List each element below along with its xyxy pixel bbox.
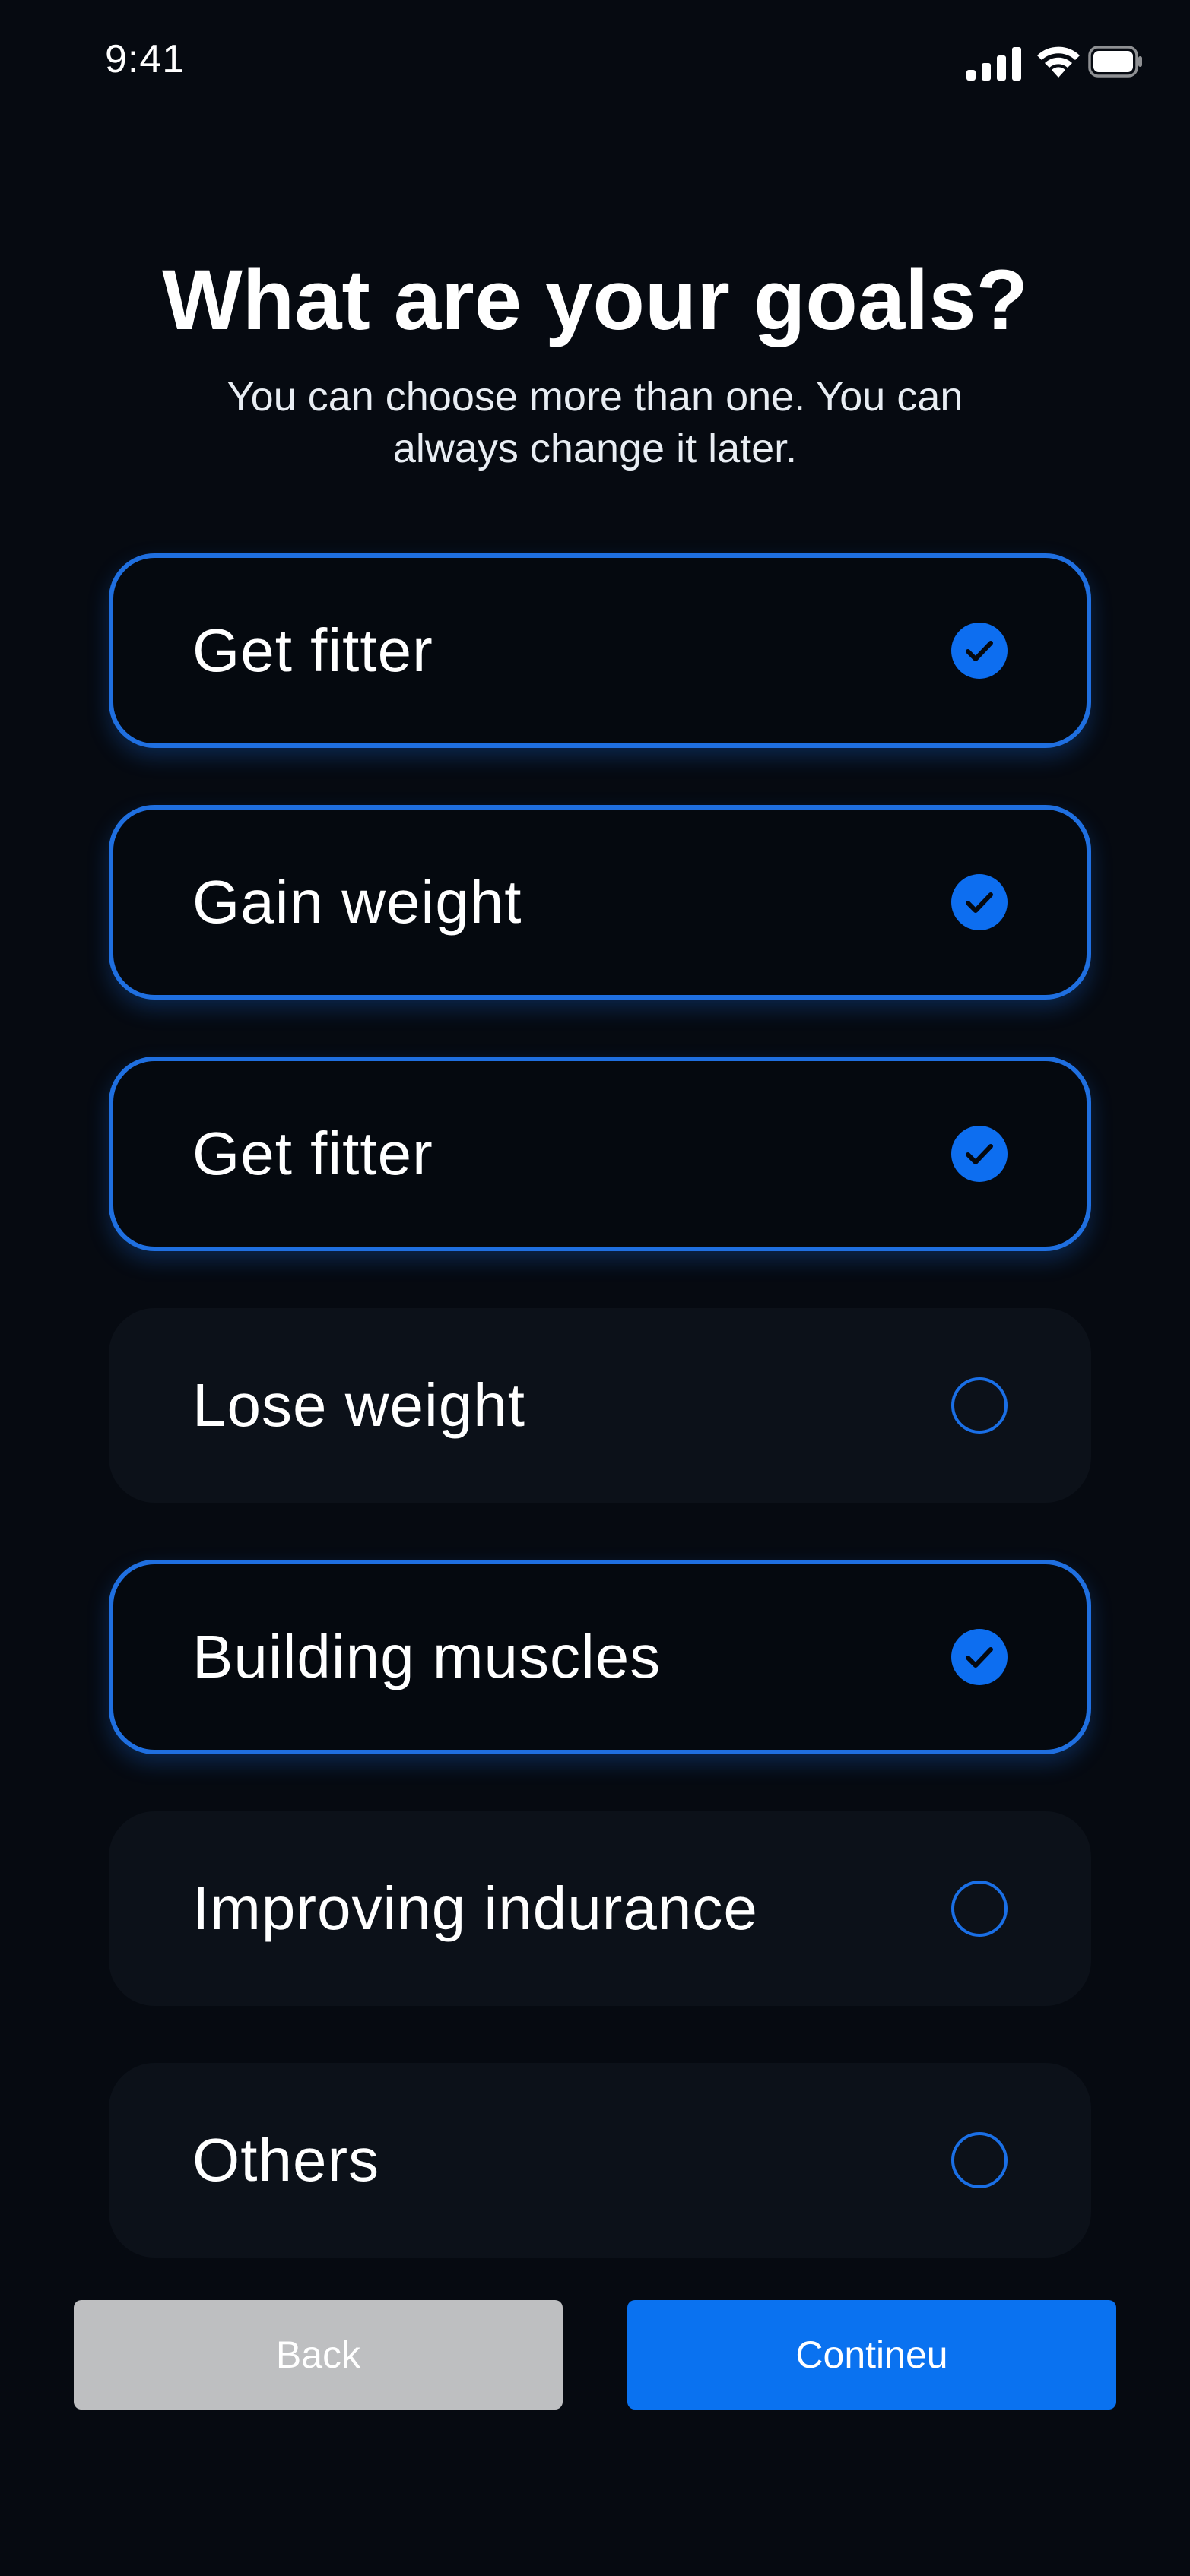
goal-option-get-fitter-2[interactable]: Get fitter (109, 1057, 1091, 1251)
goal-option-lose-weight[interactable]: Lose weight (109, 1308, 1091, 1503)
checked-icon[interactable] (951, 1629, 1008, 1685)
goal-option-label: Get fitter (192, 1120, 433, 1187)
cellular-signal-icon (966, 47, 1021, 81)
goal-option-building-muscles[interactable]: Building muscles (109, 1560, 1091, 1754)
unchecked-circle-icon[interactable] (951, 2132, 1008, 2188)
status-time: 9:41 (105, 37, 186, 81)
page-subtitle: You can choose more than one. You can al… (227, 374, 963, 471)
goal-option-gain-weight[interactable]: Gain weight (109, 805, 1091, 1000)
page-title: What are your goals? (162, 252, 1028, 347)
goal-option-label: Others (192, 2126, 380, 2194)
goal-option-get-fitter[interactable]: Get fitter (109, 553, 1091, 748)
goal-option-label: Gain weight (192, 868, 522, 936)
goal-option-label: Building muscles (192, 1623, 662, 1690)
battery-icon (1088, 46, 1142, 78)
checked-icon[interactable] (951, 874, 1008, 930)
status-icons (915, 43, 1143, 82)
goal-option-label: Lose weight (192, 1371, 525, 1439)
goals-screen: 9:41 What are your goals? You can choose… (0, 0, 1190, 2576)
unchecked-circle-icon[interactable] (951, 1881, 1008, 1937)
goal-options-list: Get fitter Gain weight Get fitter Lose w… (109, 553, 1091, 2315)
unchecked-circle-icon[interactable] (951, 1377, 1008, 1434)
back-button[interactable]: Back (74, 2300, 563, 2410)
checked-icon[interactable] (951, 623, 1008, 679)
goal-option-others[interactable]: Others (109, 2063, 1091, 2258)
goal-option-improving-indurance[interactable]: Improving indurance (109, 1811, 1091, 2006)
continue-button[interactable]: Contineu (627, 2300, 1116, 2410)
goal-option-label: Improving indurance (192, 1874, 758, 1942)
goal-option-label: Get fitter (192, 616, 433, 684)
checked-icon[interactable] (951, 1126, 1008, 1182)
wifi-icon (1037, 46, 1080, 78)
